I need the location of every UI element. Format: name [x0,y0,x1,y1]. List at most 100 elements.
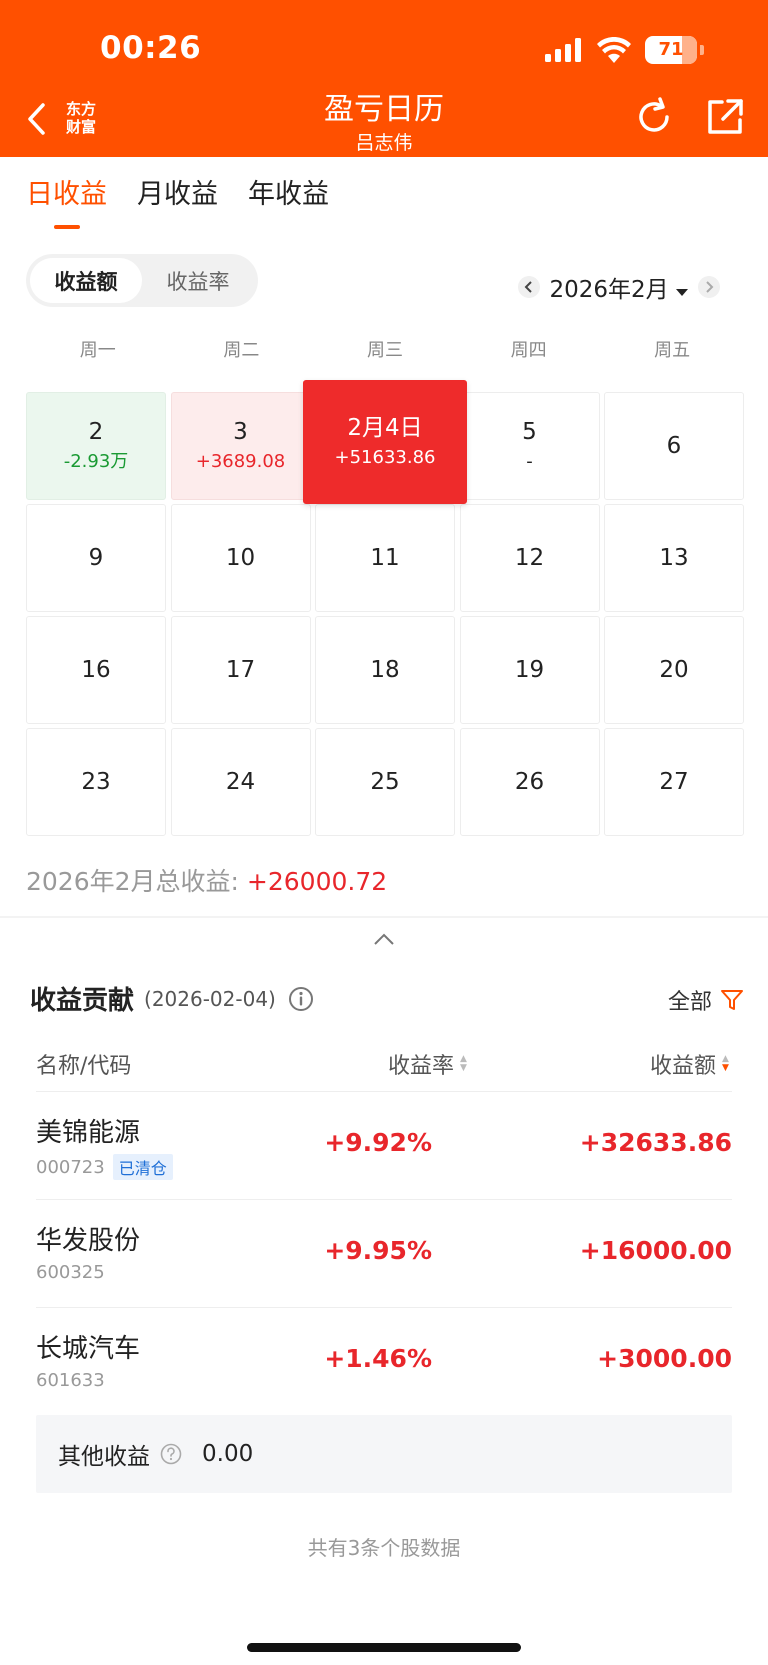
calendar-day-number: 25 [370,769,400,795]
tab-monthly[interactable]: 月收益 [137,172,218,225]
calendar-day-number: 3 [233,419,248,445]
calendar-day[interactable]: 13 [604,504,744,612]
sort-by-amount[interactable]: 收益额 ▲ ▼ [650,1048,732,1080]
weekday-label: 周五 [654,340,691,361]
home-indicator [247,1643,521,1652]
stock-amount: +32633.86 [579,1128,732,1157]
contribution-date: (2026-02-04) [144,986,276,1011]
refresh-icon [639,97,669,132]
calendar-day[interactable]: 3 +3689.08 [170,392,311,500]
calendar-day-number: 20 [659,657,689,683]
calendar-day-number: 18 [370,657,400,683]
filter-icon [721,990,743,1010]
calendar-day-number: 11 [370,545,400,571]
calendar-day[interactable]: 12 [459,504,600,612]
status-icons: 71 [545,36,704,64]
wifi-icon [597,37,631,63]
table-row[interactable]: 华发股份 600325 +9.95% +16000.00 [36,1200,732,1308]
stock-rate: +9.92% [324,1128,432,1157]
calendar-day-number: 10 [225,545,256,571]
stock-name: 长城汽车 [36,1334,141,1364]
monthly-total-value: +26000.72 [246,867,388,896]
tab-daily[interactable]: 日收益 [26,172,107,229]
calendar-day-selected[interactable]: 2月4日 +51633.86 [303,380,467,504]
weekday-label: 周四 [510,340,547,361]
stock-rate: +1.46% [324,1344,432,1373]
month-picker[interactable]: 2026年2月 [550,270,688,304]
toggle-rate[interactable]: 收益率 [142,258,254,303]
calendar-day[interactable]: 27 [604,728,744,836]
contribution-title: 收益贡献 [30,986,135,1016]
record-count: 共有3条个股数据 [307,1536,461,1560]
month-navigator: 2026年2月 [517,270,720,304]
calendar-day-profit: +51633.86 [334,447,436,468]
table-row[interactable]: 美锦能源 000723 已清仓 +9.92% +32633.86 [36,1092,732,1200]
calendar-day-number: 9 [88,545,104,571]
caret-down-icon [676,289,688,296]
stock-code: 600325 [36,1262,105,1283]
stock-code: 601633 [36,1370,105,1391]
calendar-day[interactable]: 19 [459,616,600,724]
sort-icon: ▲ ▼ [722,1054,729,1073]
calendar-day[interactable]: 5- [459,392,600,500]
question-icon[interactable] [160,1443,182,1465]
stock-rate: +9.95% [324,1236,432,1265]
calendar-day[interactable]: 16 [26,616,166,724]
chevron-right-icon [706,281,714,293]
table-header: 名称/代码 收益率 ▲ ▼ 收益额 ▲ ▼ [36,1048,732,1092]
calendar-day-number: 19 [514,657,545,683]
calendar-day-profit: +3689.08 [195,451,286,472]
section-divider [0,916,768,918]
app-header: 00:26 71 东方 财富 盈亏日历 吕志伟 [0,0,768,157]
prev-month-button[interactable] [517,276,540,298]
filter-label: 全部 [667,990,712,1015]
contribution-header: 收益贡献 (2026-02-04) [30,980,314,1017]
calendar-day-number: 2 [88,419,104,445]
weekday-header: 周一 周二 周三 周四 周五 [26,336,744,362]
calendar-day[interactable]: 2 -2.93万 [26,392,166,500]
calendar-day-number: 24 [225,769,256,795]
monthly-total: 2026年2月总收益: +26000.72 [26,862,387,898]
calendar-day[interactable]: 25 [315,728,455,836]
share-icon [708,99,743,134]
battery-level: 71 [658,39,684,60]
toggle-amount[interactable]: 收益额 [30,258,142,303]
signal-icon [545,38,581,62]
weekday-label: 周一 [79,340,116,361]
tab-yearly[interactable]: 年收益 [248,172,329,225]
calendar-day[interactable]: 10 [170,504,311,612]
other-income-row: 其他收益 0.00 [36,1415,732,1493]
calendar-day-number: 6 [666,433,682,459]
metric-toggle: 收益额 收益率 [26,254,258,307]
calendar-day[interactable]: 11 [315,504,455,612]
calendar-day[interactable]: 20 [604,616,744,724]
info-icon[interactable] [288,986,314,1012]
sort-by-rate[interactable]: 收益率 ▲ ▼ [388,1048,470,1080]
battery-icon: 71 [645,36,697,64]
calendar-day[interactable]: 18 [315,616,455,724]
calendar-day-number: 2月4日 [347,415,423,441]
calendar-day[interactable]: 9 [26,504,166,612]
calendar-day[interactable]: 6 [604,392,744,500]
share-button[interactable] [704,96,746,138]
collapse-button[interactable] [372,931,396,947]
calendar-day[interactable]: 24 [170,728,311,836]
stock-code: 000723 [36,1156,105,1178]
period-tabs: 日收益 月收益 年收益 [26,172,329,229]
next-month-button[interactable] [698,276,720,298]
status-time: 00:26 [100,30,202,66]
cleared-badge: 已清仓 [112,1154,173,1180]
calendar-day-profit: - [526,451,533,472]
monthly-total-label: 2026年2月总收益: [26,867,239,896]
calendar-day-number: 23 [81,769,111,795]
filter-button[interactable]: 全部 [668,984,744,1016]
calendar-day[interactable]: 17 [170,616,311,724]
stock-amount: +3000.00 [597,1344,732,1373]
table-row[interactable]: 长城汽车 601633 +1.46% +3000.00 [36,1308,732,1416]
refresh-button[interactable] [633,96,675,138]
calendar-day[interactable]: 23 [26,728,166,836]
calendar-day[interactable]: 26 [459,728,600,836]
sort-icon: ▲ ▼ [460,1054,467,1073]
calendar-day-number: 16 [81,657,111,683]
stock-name: 美锦能源 [36,1118,141,1148]
